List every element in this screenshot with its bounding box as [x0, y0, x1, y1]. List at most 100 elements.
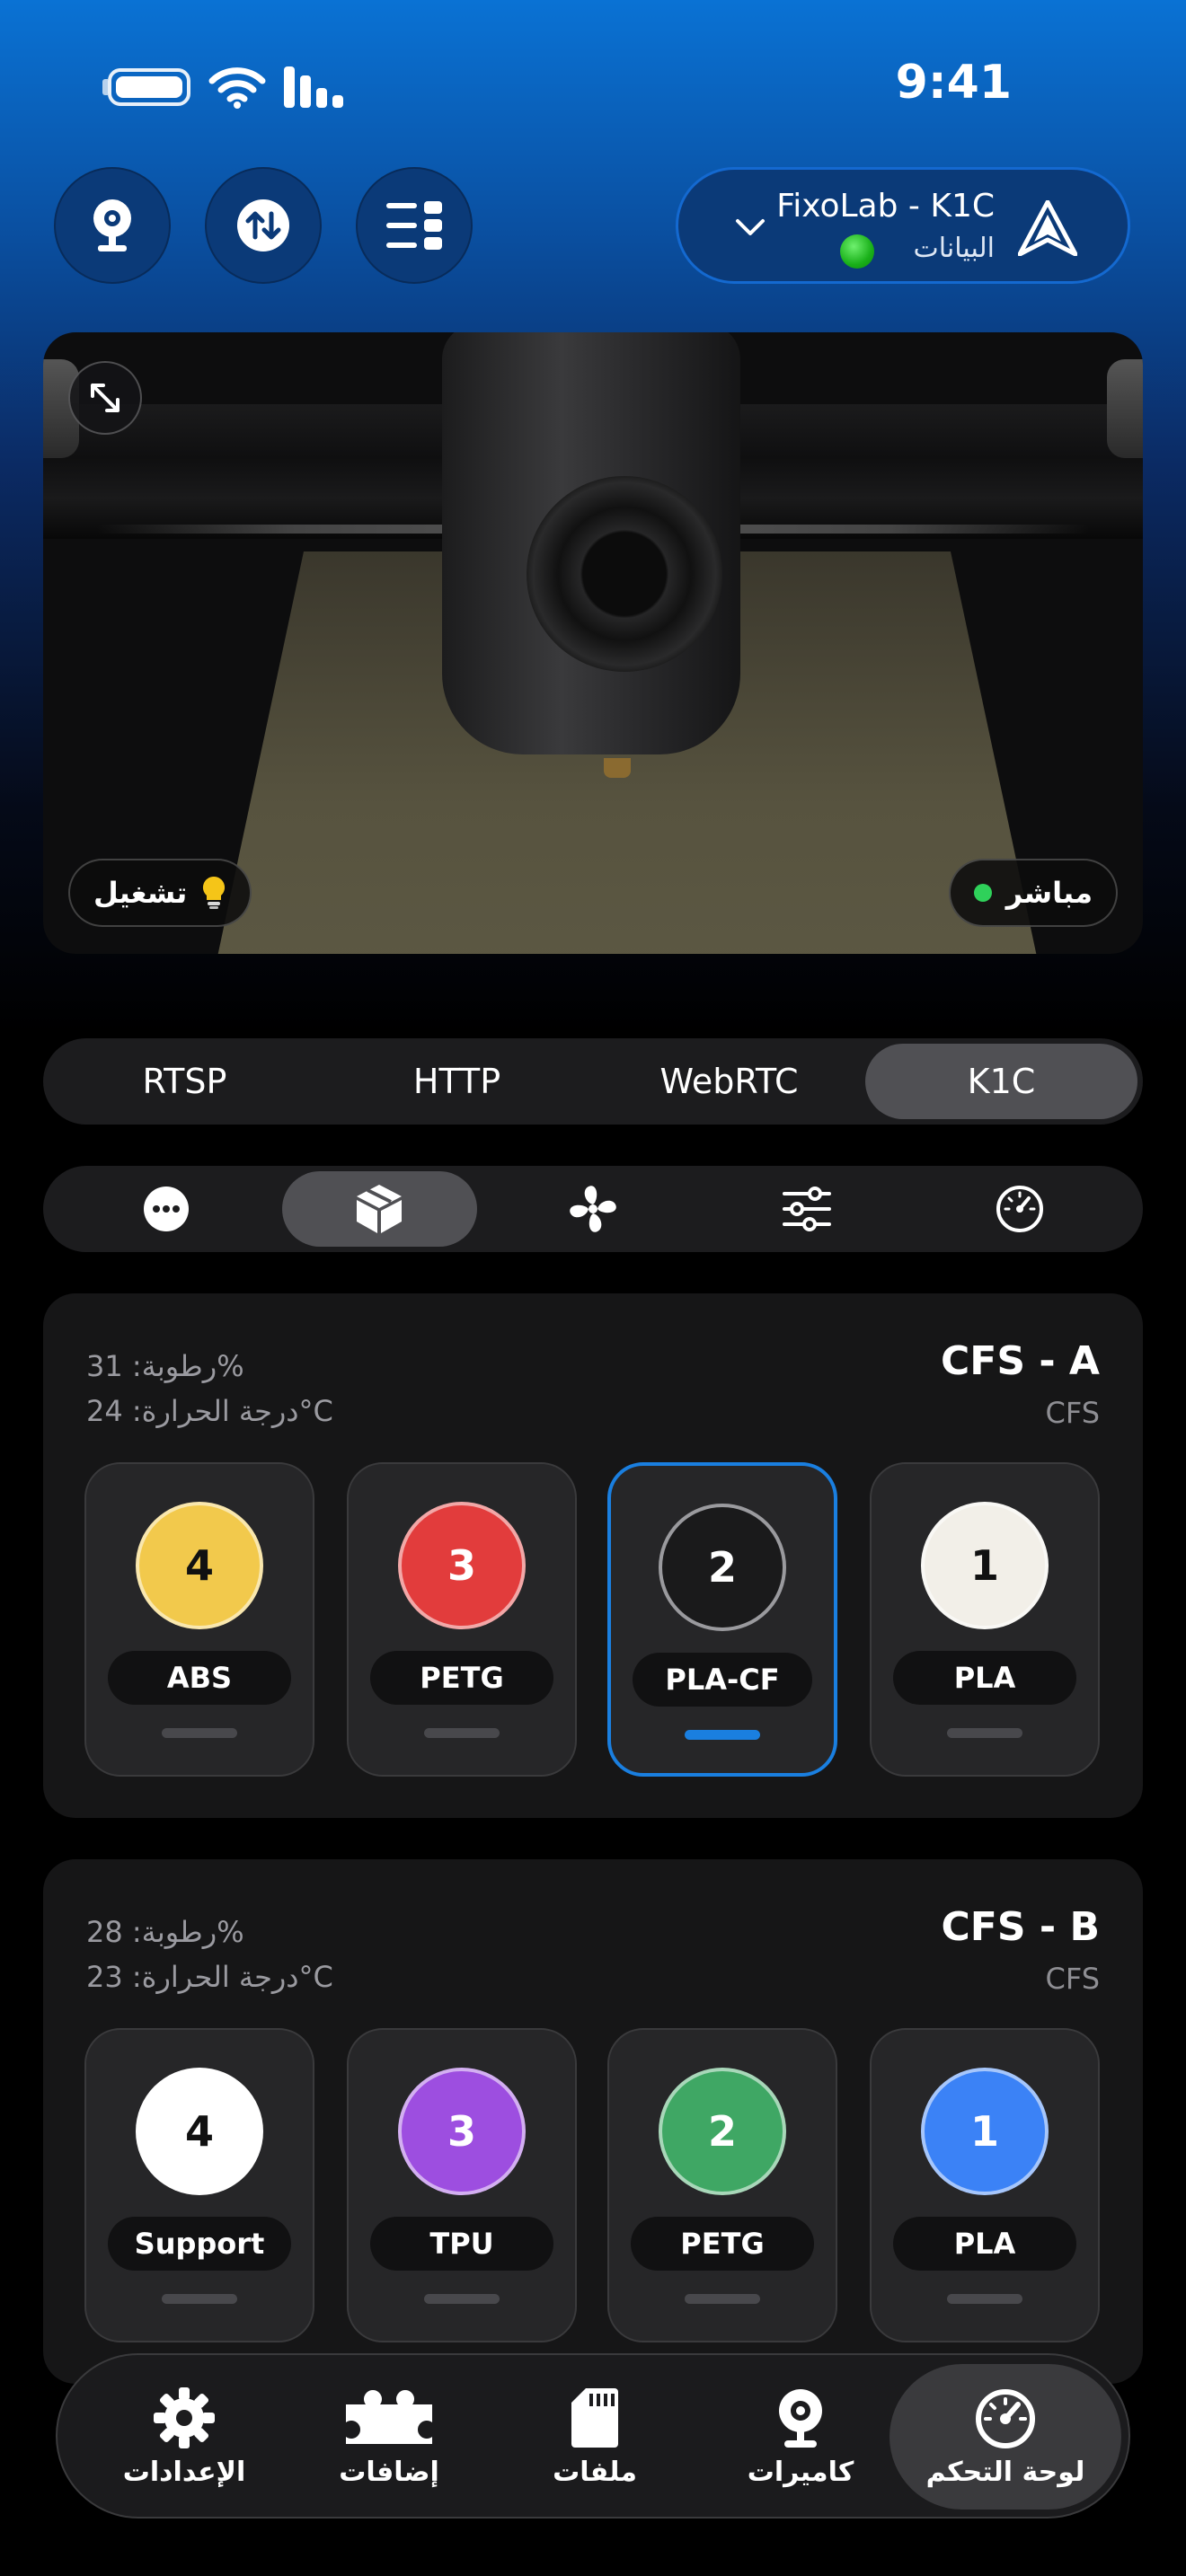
- slot-color-circle: 3: [398, 1502, 526, 1629]
- bottom-tab-bar: لوحة التحكم كاميرات ملفات إضافات الإعداد…: [56, 2353, 1130, 2519]
- tab-more[interactable]: [68, 1171, 264, 1247]
- tab-dashboard[interactable]: [922, 1171, 1118, 1247]
- slot-indicator-bar: [424, 2294, 500, 2304]
- filament-slot-3[interactable]: 3 TPU: [347, 2028, 577, 2342]
- gear-icon: [154, 2386, 215, 2448]
- slot-material-label: Support: [108, 2217, 291, 2271]
- cfs-unit-b: رطوبة: 28% درجة الحرارة: 23°C CFS - B CF…: [43, 1859, 1143, 2384]
- list-icon: [386, 201, 442, 250]
- tab-k1c[interactable]: K1C: [865, 1044, 1137, 1119]
- cfs-title: CFS - A: [941, 1338, 1100, 1384]
- slot-material-label: PLA: [893, 1651, 1076, 1705]
- expand-icon: [91, 384, 119, 412]
- puzzle-icon: [346, 2389, 432, 2444]
- nav-cameras-label: كاميرات: [747, 2456, 854, 2488]
- temperature-readout: درجة الحرارة: 23°C: [86, 1960, 333, 1994]
- slot-material-label: PLA: [893, 2217, 1076, 2271]
- nav-settings[interactable]: الإعدادات: [68, 2364, 300, 2510]
- connection-status-dot: [840, 234, 874, 269]
- box-icon: [357, 1185, 403, 1233]
- chevron-down-icon: [736, 219, 765, 235]
- light-toggle-chip[interactable]: تشغيل: [68, 859, 252, 927]
- sliders-icon: [782, 1187, 831, 1231]
- slot-material-label: ABS: [108, 1651, 291, 1705]
- slot-indicator-bar: [947, 2294, 1022, 2304]
- cfs-subtitle: CFS: [1045, 1396, 1101, 1430]
- creality-logo-icon: [1018, 200, 1077, 256]
- slot-material-label: TPU: [370, 2217, 553, 2271]
- filament-slot-3[interactable]: 3 PETG: [347, 1462, 577, 1777]
- slot-indicator-bar: [162, 1728, 237, 1738]
- slot-indicator-bar: [685, 1730, 760, 1740]
- fan-icon: [570, 1186, 616, 1232]
- slot-color-circle: 4: [136, 1502, 263, 1629]
- gauge-icon: [996, 1186, 1044, 1232]
- filament-slot-4[interactable]: 4 ABS: [84, 1462, 314, 1777]
- nav-settings-label: الإعدادات: [122, 2456, 246, 2488]
- webcam-icon: [779, 2388, 822, 2448]
- fullscreen-button[interactable]: [68, 361, 142, 435]
- humidity-readout: رطوبة: 28%: [86, 1915, 244, 1949]
- humidity-readout: رطوبة: 31%: [86, 1349, 244, 1383]
- printer-status: البيانات: [913, 233, 995, 264]
- nav-cameras[interactable]: كاميرات: [685, 2364, 916, 2510]
- transfer-arrows-icon: [237, 199, 289, 251]
- gantry-end-right: [1107, 359, 1143, 458]
- slot-material-label: PLA-CF: [633, 1653, 812, 1707]
- stream-tabs: RTSP HTTP WebRTC K1C: [43, 1038, 1143, 1125]
- slot-color-circle: 4: [136, 2068, 263, 2195]
- slot-color-circle: 1: [921, 1502, 1049, 1629]
- tab-webrtc[interactable]: WebRTC: [593, 1044, 865, 1119]
- lightbulb-icon: [203, 876, 226, 909]
- slot-color-circle: 2: [659, 2068, 786, 2195]
- slot-indicator-bar: [424, 1728, 500, 1738]
- nav-dashboard[interactable]: لوحة التحكم: [890, 2364, 1121, 2510]
- wifi-icon: [208, 67, 266, 109]
- nav-files-label: ملفات: [553, 2456, 637, 2488]
- slot-indicator-bar: [685, 2294, 760, 2304]
- slot-color-circle: 3: [398, 2068, 526, 2195]
- filament-slot-2[interactable]: 2 PLA-CF: [607, 1462, 837, 1777]
- live-dot: [973, 884, 992, 902]
- status-time: 9:41: [895, 56, 1012, 110]
- nav-plugins[interactable]: إضافات: [273, 2364, 505, 2510]
- camera-toolhead-fan: [527, 476, 722, 672]
- menu-button[interactable]: [356, 167, 473, 284]
- webcam-icon: [93, 199, 131, 251]
- live-status-chip: مباشر: [948, 859, 1118, 927]
- printer-name: FixoLab - K1C: [776, 188, 995, 225]
- slot-color-circle: 2: [659, 1504, 786, 1631]
- slot-indicator-bar: [947, 1728, 1022, 1738]
- slot-color-circle: 1: [921, 2068, 1049, 2195]
- webcam-button[interactable]: [54, 167, 171, 284]
- nav-plugins-label: إضافات: [339, 2456, 439, 2488]
- transfer-button[interactable]: [205, 167, 322, 284]
- slot-material-label: PETG: [631, 2217, 814, 2271]
- filament-slot-4[interactable]: 4 Support: [84, 2028, 314, 2342]
- tab-adjustments[interactable]: [709, 1171, 905, 1247]
- slot-indicator-bar: [162, 2294, 237, 2304]
- slot-material-label: PETG: [370, 1651, 553, 1705]
- tab-http[interactable]: HTTP: [321, 1044, 593, 1119]
- battery-icon: [108, 68, 190, 106]
- printer-selector[interactable]: FixoLab - K1C البيانات: [676, 167, 1130, 284]
- nav-files[interactable]: ملفات: [479, 2364, 711, 2510]
- tab-rtsp[interactable]: RTSP: [49, 1044, 321, 1119]
- light-chip-label: تشغيل: [93, 876, 188, 910]
- tab-fans[interactable]: [495, 1171, 691, 1247]
- camera-feed[interactable]: تشغيل مباشر: [43, 332, 1143, 954]
- filament-slot-1[interactable]: 1 PLA: [870, 1462, 1100, 1777]
- sd-card-icon: [571, 2387, 618, 2448]
- cellular-signal-icon: [284, 66, 343, 108]
- gauge-icon: [976, 2388, 1035, 2448]
- cfs-title: CFS - B: [941, 1904, 1100, 1950]
- tab-filament[interactable]: [281, 1171, 478, 1247]
- filament-slot-2[interactable]: 2 PETG: [607, 2028, 837, 2342]
- more-icon: [143, 1187, 189, 1231]
- camera-nozzle: [604, 758, 631, 778]
- live-chip-label: مباشر: [1005, 876, 1093, 910]
- filament-slot-1[interactable]: 1 PLA: [870, 2028, 1100, 2342]
- cfs-subtitle: CFS: [1045, 1962, 1101, 1996]
- nav-dashboard-label: لوحة التحكم: [925, 2456, 1085, 2488]
- control-section-tabs: [43, 1166, 1143, 1252]
